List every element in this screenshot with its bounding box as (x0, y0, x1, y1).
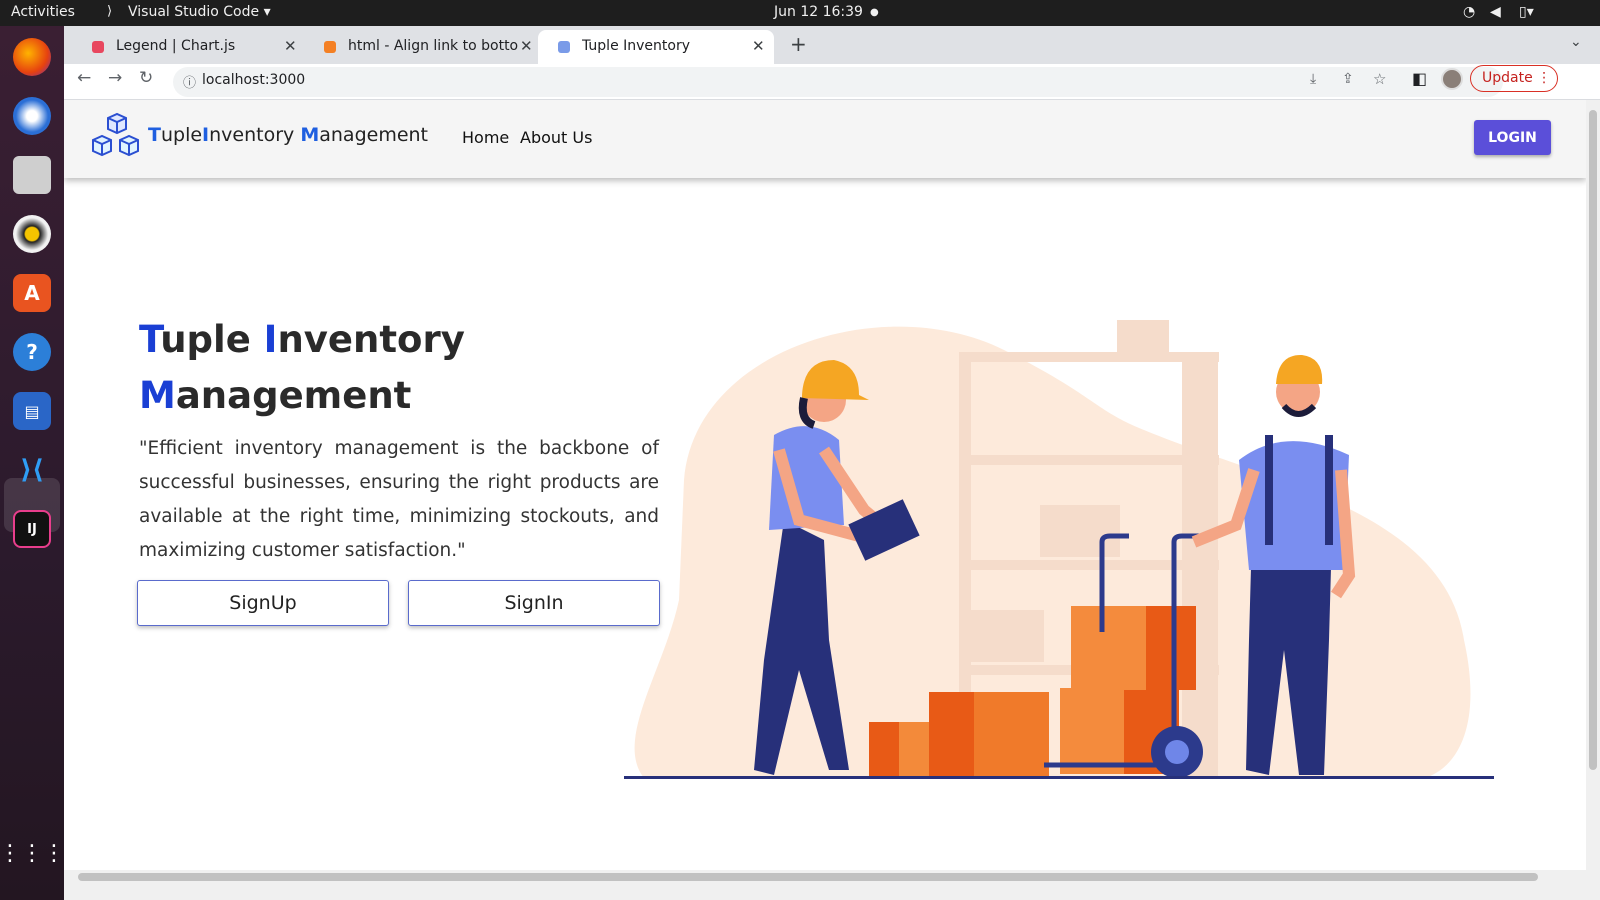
hero-title: Tuple Inventory Management (139, 312, 539, 424)
title-text: nventory (277, 318, 465, 361)
title-initial-m: M (139, 374, 176, 417)
more-icon: ⋮ (1537, 70, 1552, 86)
tab-label: Legend | Chart.js (116, 38, 236, 54)
bookmark-star-icon[interactable]: ☆ (1373, 70, 1386, 88)
app-menu[interactable]: Visual Studio Code ▾ (128, 4, 271, 20)
system-top-bar: Activities ⟩ Visual Studio Code ▾ Jun 12… (0, 0, 1600, 26)
url-text[interactable]: localhost:3000 (202, 72, 305, 88)
new-tab-icon[interactable]: + (790, 32, 807, 56)
title-text: uple (160, 318, 264, 361)
writer-icon[interactable]: ▤ (13, 392, 51, 430)
tab-search-chevron-icon[interactable]: ⌄ (1570, 34, 1582, 50)
signup-button[interactable]: SignUp (137, 580, 389, 626)
rhythmbox-icon[interactable] (13, 215, 51, 253)
vscode-icon: ⟩ (107, 4, 113, 19)
app-center-icon[interactable]: A (13, 274, 51, 312)
site-navbar: TupleInventory Management Home About Us … (64, 100, 1586, 178)
signin-button[interactable]: SignIn (408, 580, 660, 626)
reload-icon[interactable]: ↻ (139, 68, 153, 88)
hero-quote: "Efficient inventory management is the b… (139, 438, 659, 561)
close-icon[interactable]: ✕ (520, 37, 533, 55)
dock: A ? ▤ ⟩⟨ IJ ⋮⋮⋮ (0, 26, 65, 900)
activities-button[interactable]: Activities (11, 4, 75, 20)
brand-text: uple (160, 124, 203, 146)
address-bar[interactable]: ⓘ localhost:3000 ⤓ ⇪ ☆ (173, 67, 1503, 97)
update-button[interactable]: Update ⋮ (1470, 65, 1558, 92)
brand-text: nventory (209, 124, 301, 146)
close-icon[interactable]: ✕ (284, 37, 297, 55)
chartjs-icon (92, 41, 104, 53)
horizontal-scrollbar[interactable] (64, 870, 1600, 900)
tab-tuple-inventory[interactable]: Tuple Inventory ✕ (538, 30, 774, 64)
tab-label: Tuple Inventory (582, 38, 691, 54)
vertical-scrollbar-thumb[interactable] (1589, 110, 1597, 770)
title-initial-i: I (263, 318, 278, 361)
show-apps-icon[interactable]: ⋮⋮⋮ (0, 834, 65, 872)
close-icon[interactable]: ✕ (752, 37, 765, 55)
install-icon[interactable]: ⤓ (1310, 71, 1316, 87)
brand-name[interactable]: TupleInventory Management (148, 124, 428, 146)
brand-initial-m: M (300, 124, 320, 146)
back-icon[interactable]: ← (77, 68, 91, 88)
vertical-scrollbar[interactable] (1586, 100, 1600, 870)
notification-dot-icon: ● (870, 7, 879, 18)
tuple-favicon (558, 41, 570, 53)
tab-label: html - Align link to botton (348, 38, 518, 54)
thunderbird-icon[interactable] (13, 97, 51, 135)
firefox-icon[interactable] (13, 38, 51, 76)
logo-icon (92, 112, 139, 157)
volume-icon[interactable]: ◀ (1490, 4, 1501, 20)
update-label: Update (1482, 70, 1533, 86)
tab-stackoverflow[interactable]: html - Align link to botton ✕ (304, 30, 536, 64)
battery-icon[interactable]: ▯▾ (1519, 4, 1534, 20)
web-page: TupleInventory Management Home About Us … (64, 100, 1586, 870)
stackoverflow-icon (324, 41, 336, 53)
login-button[interactable]: LOGIN (1474, 120, 1551, 155)
title-initial-t: T (139, 318, 161, 361)
profile-avatar[interactable] (1441, 68, 1463, 90)
brand-initial-t: T (148, 124, 161, 146)
site-info-icon[interactable]: ⓘ (183, 72, 196, 91)
nav-about-link[interactable]: About Us (520, 128, 592, 147)
horizontal-scrollbar-thumb[interactable] (78, 873, 1538, 881)
nav-home-link[interactable]: Home (462, 128, 509, 147)
clock[interactable]: Jun 12 16:39 (774, 4, 863, 20)
brand-text: anagement (319, 124, 429, 146)
share-icon[interactable]: ⇪ (1342, 71, 1354, 87)
tab-strip: Legend | Chart.js ✕ html - Align link to… (64, 26, 1600, 64)
help-icon[interactable]: ? (13, 333, 51, 371)
wifi-icon[interactable]: ◔ (1463, 4, 1475, 20)
title-text: anagement (175, 374, 412, 417)
tab-chartjs[interactable]: Legend | Chart.js ✕ (72, 30, 302, 64)
files-icon[interactable] (13, 156, 51, 194)
forward-icon[interactable]: → (108, 68, 122, 88)
side-panel-icon[interactable]: ◧ (1412, 69, 1427, 88)
intellij-icon[interactable]: IJ (13, 510, 51, 548)
warehouse-illustration (624, 320, 1494, 779)
ground-line (624, 776, 1494, 779)
vscode-dock-icon[interactable]: ⟩⟨ (13, 451, 51, 489)
